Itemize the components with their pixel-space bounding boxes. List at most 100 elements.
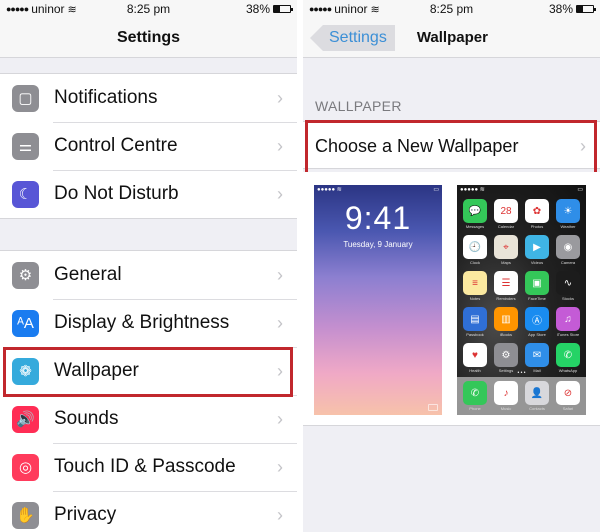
settings-row-label: Do Not Disturb [54, 183, 179, 204]
wallpaper-previews: ●●●●● ≋ ▭ 9:41 Tuesday, 9 January ●●●●● ≋… [303, 172, 600, 426]
app-glyph: ▤ [470, 313, 480, 325]
speaker-icon: 🔊 [12, 405, 39, 433]
app-name: Weather [560, 224, 576, 229]
app-icon-ibooks: ▥ iBooks [494, 307, 518, 337]
section-header: WALLPAPER [315, 98, 402, 114]
chevron-right-icon: › [277, 264, 283, 285]
settings-row-control-centre[interactable]: ⚌ Control Centre › [0, 122, 297, 170]
app-icon-settings: ⚙ Settings [494, 343, 518, 373]
app-name: Music [500, 406, 512, 411]
settings-row-label: Sounds [54, 408, 119, 429]
settings-row-privacy[interactable]: ✋ Privacy › [0, 491, 297, 532]
app-glyph: ♪ [503, 387, 509, 399]
app-grid: 💬 Messages 28 Calendar ✿ Photos ☀ Weather 🕘 Clock… [457, 194, 586, 373]
wallpaper-screen: ●●●●● uninor ≋ 8:25 pm 38% Settings Wall… [303, 0, 600, 532]
carrier-label: uninor [334, 2, 368, 16]
app-glyph: ⌖ [503, 241, 509, 253]
app-glyph: ✆ [563, 349, 573, 361]
dock: ✆ Phone ♪ Music 👤 Contacts ⊘ Safari [457, 377, 586, 415]
battery-icon [273, 5, 293, 13]
app-name: Videos [530, 260, 544, 265]
app-icon-safari: ⊘ Safari [556, 381, 580, 411]
app-icon-reminders: ☰ Reminders [494, 271, 518, 301]
settings-row-display-and-brightness[interactable]: ᴬA Display & Brightness › [0, 299, 297, 347]
back-button[interactable]: Settings [310, 24, 395, 51]
settings-row-label: Notifications [54, 87, 158, 108]
app-glyph: 28 [500, 205, 512, 217]
chevron-right-icon: › [277, 183, 283, 204]
app-icon-messages: 💬 Messages [463, 199, 487, 229]
settings-row-wallpaper[interactable]: ❁ Wallpaper › [0, 347, 297, 395]
chevron-right-icon: › [277, 504, 283, 525]
app-icon-clock: 🕘 Clock [463, 235, 487, 265]
chevron-right-icon: › [277, 312, 283, 333]
app-icon-weather: ☀ Weather [556, 199, 580, 229]
lock-screen-preview[interactable]: ●●●●● ≋ ▭ 9:41 Tuesday, 9 January [314, 185, 442, 415]
app-name: App Store [528, 332, 546, 337]
back-label: Settings [329, 28, 387, 46]
app-glyph: ▥ [501, 313, 511, 325]
app-icon-passbook: ▤ Passbook [463, 307, 487, 337]
app-name: Mail [533, 368, 541, 373]
lock-date: Tuesday, 9 January [343, 240, 413, 249]
settings-row-sounds[interactable]: 🔊 Sounds › [0, 395, 297, 443]
app-glyph: ♫ [564, 313, 572, 325]
settings-row-do-not-disturb[interactable]: ☾ Do Not Disturb › [0, 170, 297, 218]
chevron-right-icon: › [277, 360, 283, 381]
chevron-right-icon: › [580, 135, 586, 156]
app-icon-health: ♥ Health [463, 343, 487, 373]
lock-time: 9:41 [344, 200, 412, 236]
app-icon-contacts: 👤 Contacts [525, 381, 549, 411]
settings-group-1: ▢ Notifications › ⚌ Control Centre › ☾ Do Not D… [0, 73, 297, 219]
app-icon-music: ♪ Music [494, 381, 518, 411]
app-glyph: 💬 [468, 205, 482, 217]
carrier-label: uninor [31, 2, 65, 16]
app-name: Clock [469, 260, 480, 265]
mini-battery-icon: ▭ [433, 187, 439, 193]
settings-row-label: Display & Brightness [54, 312, 230, 333]
chevron-right-icon: › [277, 135, 283, 156]
battery-percent: 38% [548, 2, 573, 16]
app-icon-calendar: 28 Calendar [494, 199, 518, 229]
app-name: iBooks [499, 332, 512, 337]
app-glyph: ✉ [532, 349, 542, 361]
settings-row-touch-id-and-passcode[interactable]: ◎ Touch ID & Passcode › [0, 443, 297, 491]
app-name: Messages [465, 224, 485, 229]
app-name: FaceTime [528, 296, 546, 301]
settings-row-general[interactable]: ⚙ General › [0, 251, 297, 299]
app-name: WhatsApp [558, 368, 578, 373]
choose-wallpaper-group: Choose a New Wallpaper › [303, 121, 600, 169]
app-icon-photos: ✿ Photos [525, 199, 549, 229]
app-icon-camera: ◉ Camera [556, 235, 580, 265]
app-icon-facetime: ▣ FaceTime [525, 271, 549, 301]
nav-bar: Settings Wallpaper [303, 18, 600, 58]
app-icon-videos: ▶ Videos [525, 235, 549, 265]
app-name: Settings [498, 368, 514, 373]
mini-battery-icon: ▭ [577, 187, 583, 193]
app-glyph: ✆ [470, 387, 480, 399]
settings-group-2: ⚙ General › ᴬA Display & Brightness › ❁ Wallpap… [0, 250, 297, 532]
status-bar: ●●●●● uninor ≋ 8:25 pm 38% [303, 0, 600, 18]
mini-signal-icon: ●●●●● ≋ [460, 187, 485, 193]
app-glyph: 🕘 [468, 241, 482, 253]
app-name: Reminders [496, 296, 516, 301]
settings-row-label: Privacy [54, 504, 117, 525]
app-glyph: ⊘ [563, 387, 573, 399]
app-icon-itunes-store: ♫ iTunes Store [556, 307, 580, 337]
app-name: Maps [501, 260, 511, 265]
settings-screen: ●●●●● uninor ≋ 8:25 pm 38% Settings ▢ Not… [0, 0, 297, 532]
choose-new-wallpaper-row[interactable]: Choose a New Wallpaper › [303, 122, 600, 170]
app-name: Stocks [561, 296, 574, 301]
status-bar: ●●●●● uninor ≋ 8:25 pm 38% [0, 0, 297, 18]
app-glyph: ◉ [563, 241, 573, 253]
app-glyph: ♥ [472, 349, 478, 361]
control-centre-icon: ⚌ [12, 132, 39, 160]
page-title: Settings [116, 28, 181, 46]
app-name: Calendar [497, 224, 515, 229]
app-glyph: 👤 [530, 387, 544, 399]
settings-row-label: Wallpaper [54, 360, 139, 381]
settings-row-label: General [54, 264, 122, 285]
home-screen-preview[interactable]: ●●●●● ≋ ▭ 💬 Messages 28 Calendar ✿ Photos ☀ Weat… [457, 185, 586, 415]
app-glyph: ≡ [472, 277, 478, 289]
settings-row-notifications[interactable]: ▢ Notifications › [0, 74, 297, 122]
